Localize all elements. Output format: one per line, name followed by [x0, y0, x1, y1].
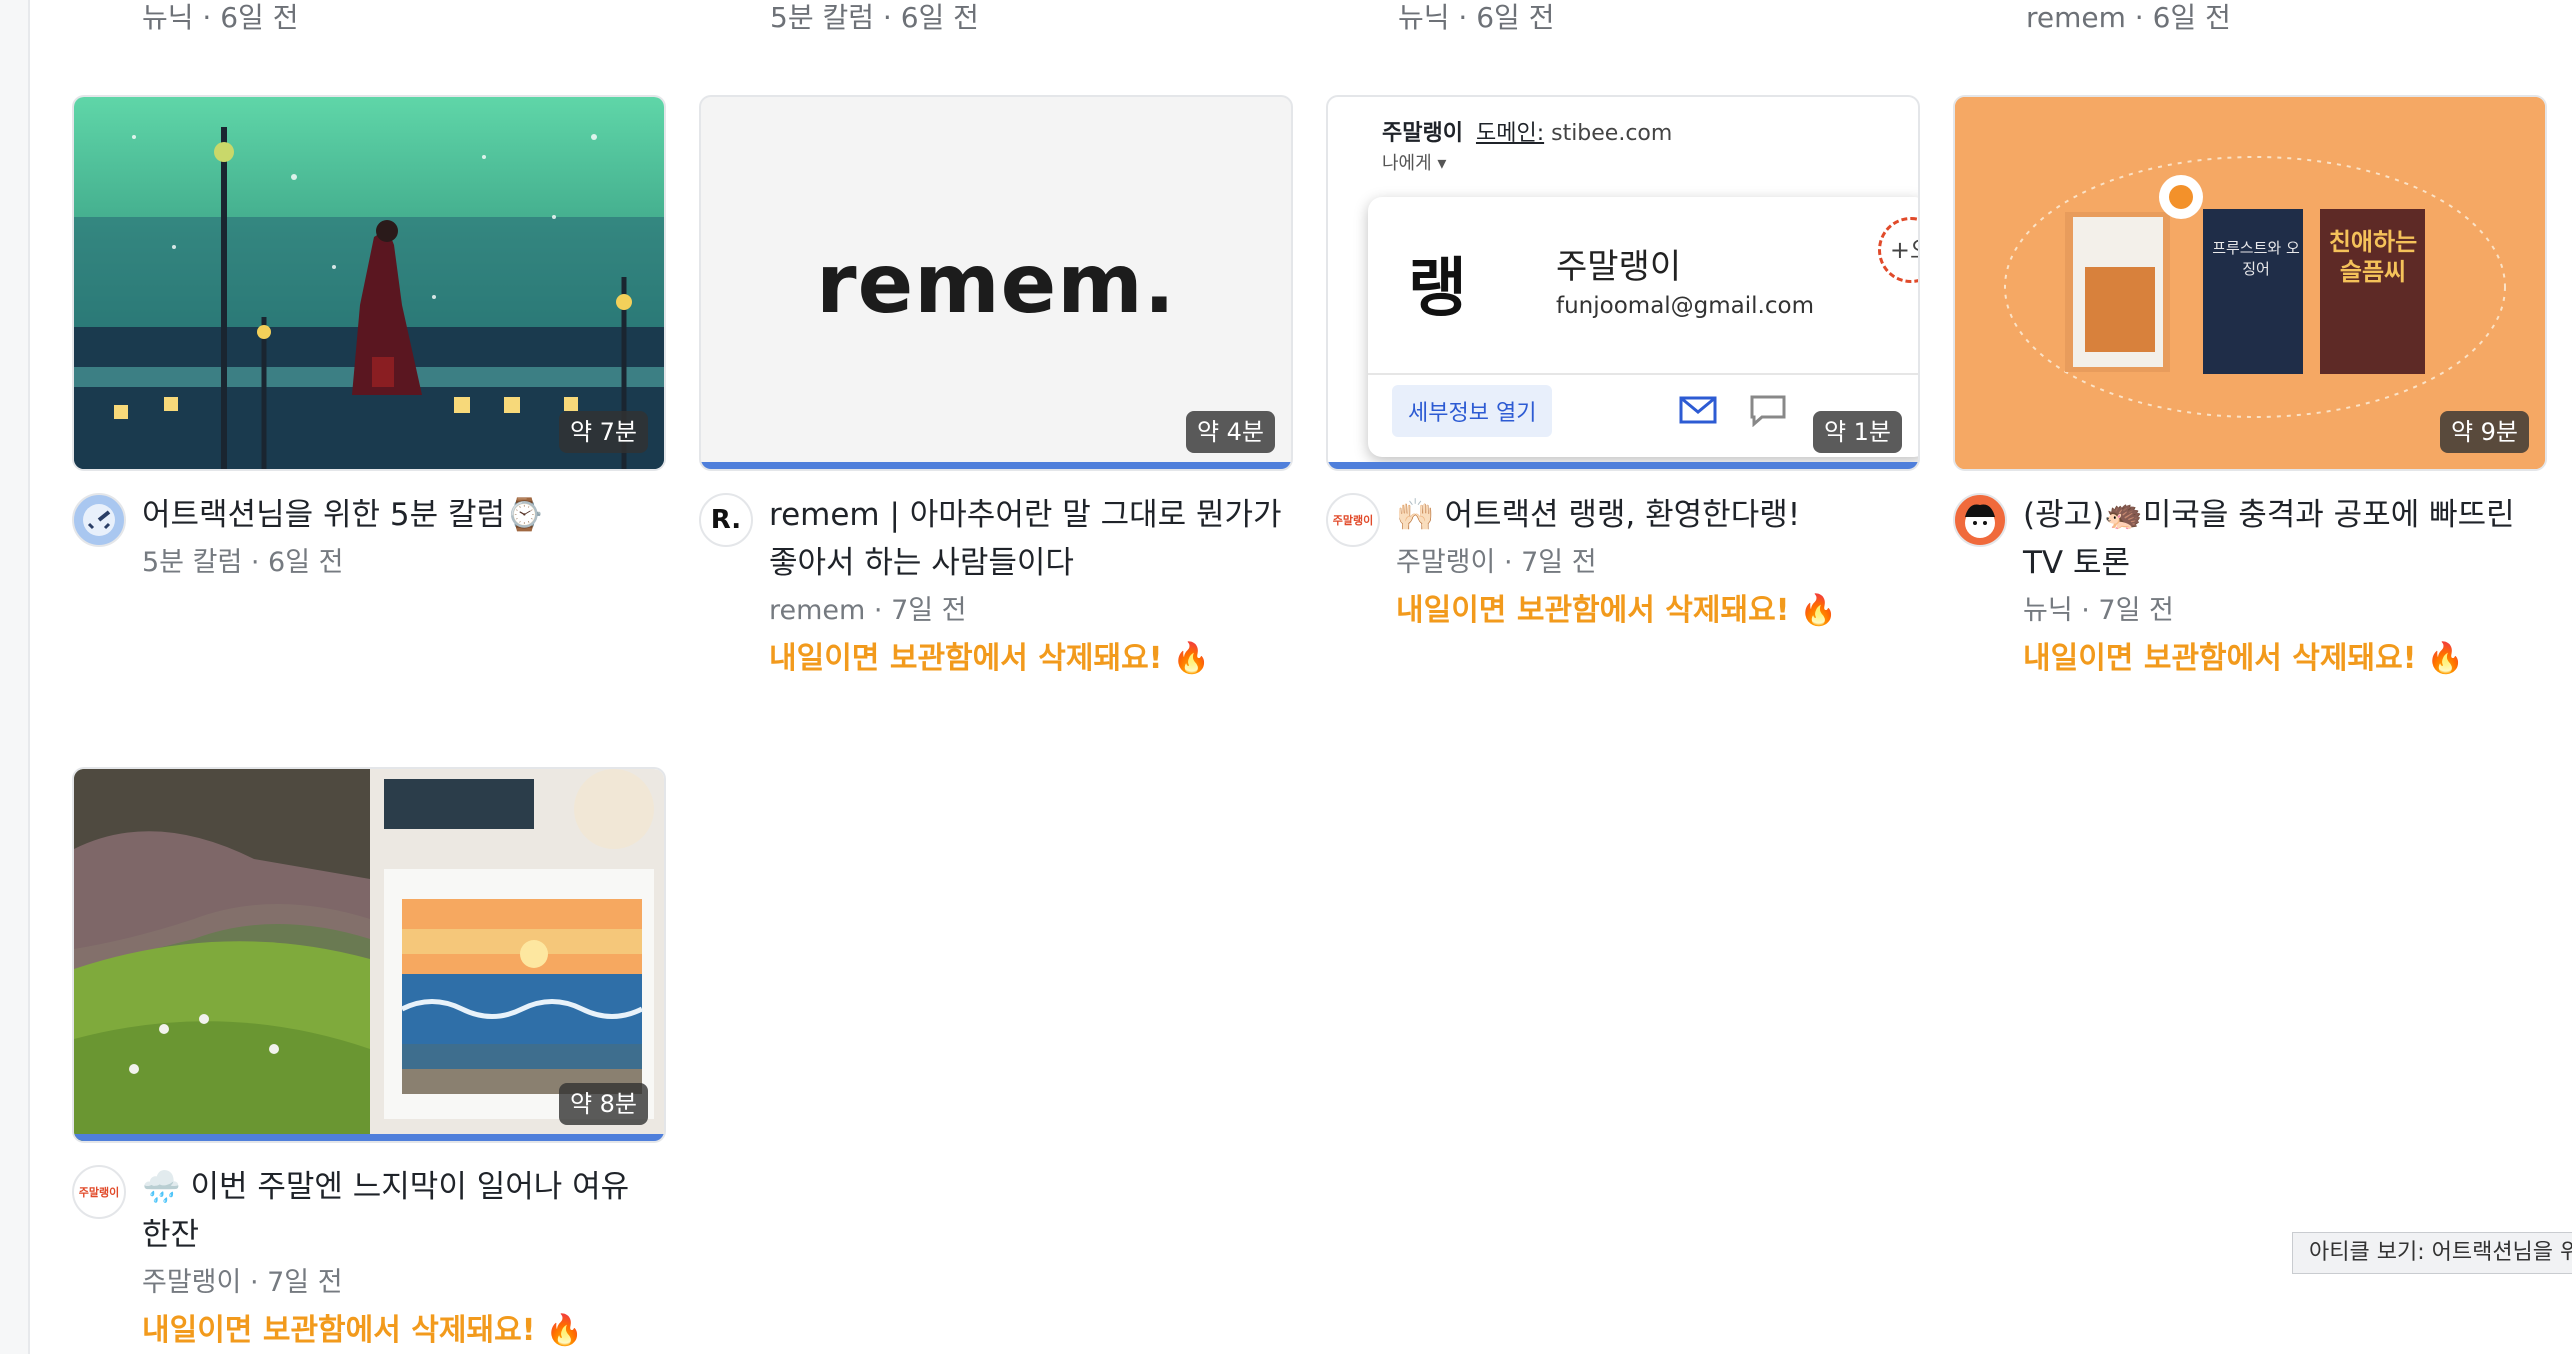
contact-email: funjoomal@gmail.com — [1556, 293, 1814, 319]
email-domain-label: 도메인: — [1475, 121, 1545, 146]
email-domain: stibee.com — [1551, 121, 1673, 146]
article-meta: 주말랭이 · 7일 전 — [142, 1267, 343, 1298]
card-meta: remem · 6일 전 — [2026, 1, 2231, 34]
publisher-avatar — [1953, 493, 2007, 547]
publisher-avatar — [72, 493, 126, 547]
article-thumbnail[interactable]: remem. 약 4분 — [699, 95, 1293, 471]
email-recipient: 나에게 ▾ — [1382, 153, 1447, 174]
add-contact-icon: +오 — [1878, 217, 1918, 283]
left-rail — [0, 0, 30, 1354]
chat-icon — [1750, 395, 1786, 427]
email-sender-line: 주말랭이 도메인: stibee.com — [1382, 115, 1672, 147]
article-thumbnail[interactable]: 프루스트와 오징어 친애하는 슬픔씨 약 9분 — [1953, 95, 2547, 471]
read-progress-bar — [1328, 462, 1918, 469]
card-meta: 5분 칼럼 · 6일 전 — [770, 1, 979, 34]
card-meta: 뉴닉 · 6일 전 — [1398, 1, 1555, 34]
mail-icon — [1679, 396, 1717, 424]
deletion-warning: 내일이면 보관함에서 삭제돼요! 🔥 — [769, 641, 1211, 676]
hedgehog-face-icon — [1965, 504, 1995, 538]
read-progress-bar — [74, 1134, 664, 1141]
article-card[interactable]: 약 8분 주말랭이 🌧️ 이번 주말엔 느지막이 일어나 여유 한잔 주말랭이 … — [72, 767, 666, 1351]
book-title: 친애하는 슬픔씨 — [2328, 228, 2418, 286]
article-meta: remem · 7일 전 — [769, 595, 967, 626]
clock-logo-icon — [83, 504, 115, 536]
article-title[interactable]: 🌧️ 이번 주말엔 느지막이 일어나 여유 한잔 — [142, 1163, 666, 1259]
article-card[interactable]: 약 7분 어트랙션님을 위한 5분 칼럼⌚ 5분 칼럼 · 6일 전 — [72, 95, 666, 581]
contact-name: 주말랭이 — [1556, 247, 1682, 287]
article-title[interactable]: remem | 아마추어란 말 그대로 뭔가가 좋아서 하는 사람들이다 — [769, 491, 1293, 587]
article-meta: 뉴닉 · 7일 전 — [2023, 595, 2174, 626]
card-meta: 뉴닉 · 6일 전 — [142, 1, 299, 34]
article-card[interactable]: 프루스트와 오징어 친애하는 슬픔씨 약 9분 (광고)🦔미국을 충격과 공포에… — [1953, 95, 2547, 679]
book-title: 프루스트와 오징어 — [2212, 239, 2300, 278]
read-time-badge: 약 4분 — [1185, 411, 1275, 453]
email-sender-name: 주말랭이 — [1382, 121, 1463, 146]
avatar-label: 주말랭이 — [78, 1186, 120, 1199]
article-title[interactable]: 어트랙션님을 위한 5분 칼럼⌚ — [142, 491, 666, 539]
article-title[interactable]: 🙌🏻 어트랙션 랭랭, 환영한다랭! — [1396, 491, 1920, 539]
article-meta: 주말랭이 · 7일 전 — [1396, 547, 1597, 578]
read-progress-bar — [701, 462, 1291, 469]
publisher-avatar: 주말랭이 — [1326, 493, 1380, 547]
publisher-avatar: R. — [699, 493, 753, 547]
deletion-warning: 내일이면 보관함에서 삭제돼요! 🔥 — [142, 1313, 584, 1348]
avatar-letter: R. — [710, 505, 742, 535]
article-thumbnail[interactable]: 주말랭이 도메인: stibee.com 나에게 ▾ 랭 주말랭이 funjoo… — [1326, 95, 1920, 471]
read-time-badge: 약 1분 — [1812, 411, 1902, 453]
read-time-badge: 약 8분 — [558, 1083, 648, 1125]
details-button: 세부정보 열기 — [1392, 385, 1553, 437]
article-thumbnail[interactable]: 약 7분 — [72, 95, 666, 471]
deletion-warning: 내일이면 보관함에서 삭제돼요! 🔥 — [1396, 593, 1838, 628]
article-title[interactable]: (광고)🦔미국을 충격과 공포에 빠뜨린 TV 토론 — [2023, 491, 2547, 587]
read-time-badge: 약 9분 — [2439, 411, 2529, 453]
remem-logo: remem. — [816, 237, 1176, 332]
deletion-warning: 내일이면 보관함에서 삭제돼요! 🔥 — [2023, 641, 2465, 676]
article-meta: 5분 칼럼 · 6일 전 — [142, 547, 344, 578]
avatar-label: 주말랭이 — [1332, 514, 1374, 527]
contact-logo: 랭 — [1408, 252, 1467, 326]
tooltip: 아티클 보기: 어트랙션님을 위한 — [2292, 1232, 2572, 1274]
article-card[interactable]: remem. 약 4분 R. remem | 아마추어란 말 그대로 뭔가가 좋… — [699, 95, 1293, 679]
popup-divider — [1368, 373, 1918, 375]
article-card[interactable]: 주말랭이 도메인: stibee.com 나에게 ▾ 랭 주말랭이 funjoo… — [1326, 95, 1920, 631]
read-time-badge: 약 7분 — [558, 411, 648, 453]
publisher-avatar: 주말랭이 — [72, 1165, 126, 1219]
article-thumbnail[interactable]: 약 8분 — [72, 767, 666, 1143]
